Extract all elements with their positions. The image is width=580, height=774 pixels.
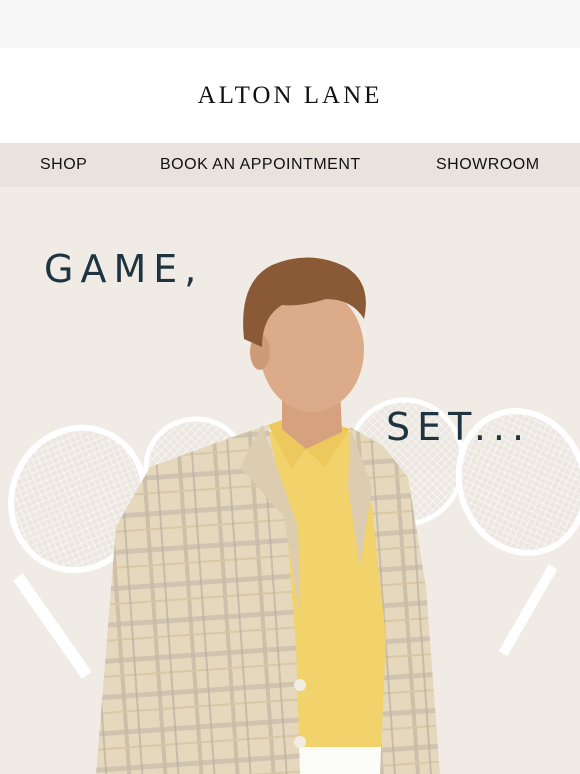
nav-item-shop[interactable]: SHOP xyxy=(40,143,87,187)
headline-set: SET... xyxy=(386,405,532,449)
email-page: ALTON LANE SHOP BOOK AN APPOINTMENT SHOW… xyxy=(0,0,580,774)
top-spacer xyxy=(0,0,580,48)
nav-item-book-appointment[interactable]: BOOK AN APPOINTMENT xyxy=(160,143,361,187)
headline-game: GAME, xyxy=(44,247,204,291)
hero-banner[interactable]: GAME, SET... xyxy=(0,187,580,774)
nav-item-showroom[interactable]: SHOWROOM xyxy=(436,143,540,187)
brand-logo[interactable]: ALTON LANE xyxy=(198,82,383,110)
header: ALTON LANE xyxy=(0,48,580,143)
nav-bar: SHOP BOOK AN APPOINTMENT SHOWROOM xyxy=(0,143,580,187)
model-photo xyxy=(96,257,440,774)
